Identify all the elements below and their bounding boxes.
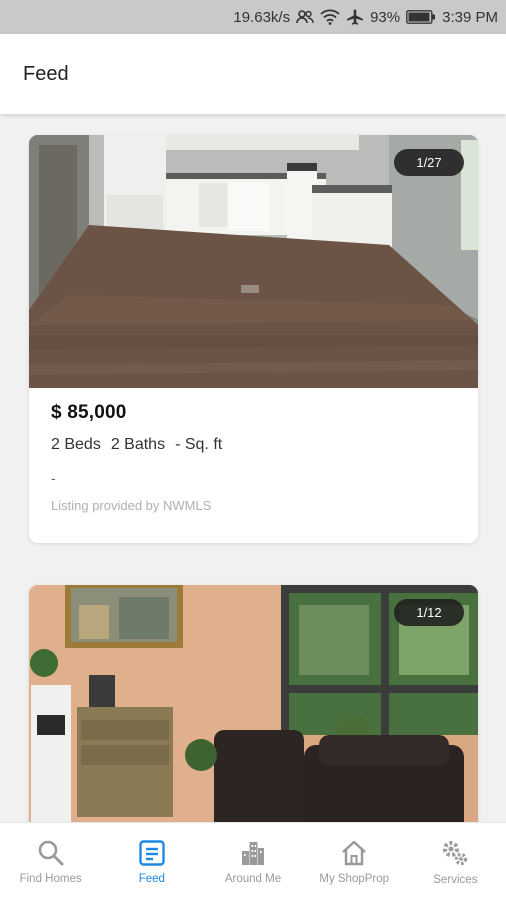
photo-counter-badge: 1/12 <box>394 599 464 626</box>
listing-beds: 2 Beds <box>51 436 101 453</box>
city-icon <box>242 841 264 865</box>
app-bar: Feed <box>0 34 506 114</box>
nav-find-homes[interactable]: Find Homes <box>0 823 101 900</box>
listing-card[interactable]: 1/12 <box>29 585 478 822</box>
feed-icon <box>139 839 165 866</box>
listing-specs: 2 Beds 2 Baths - Sq. ft <box>51 436 456 454</box>
gears-icon <box>443 840 468 865</box>
listing-address: - <box>51 470 56 486</box>
battery-percent: 93% <box>370 8 401 26</box>
nav-my-shopprop[interactable]: My ShopProp <box>304 823 405 900</box>
listing-feed[interactable]: 1/27 $ 85,000 2 Beds 2 Baths - Sq. ft - … <box>0 114 506 822</box>
home-icon <box>342 840 367 865</box>
wifi-icon <box>320 9 340 25</box>
network-speed: 19.63k/s <box>233 8 291 26</box>
listing-sqft: - Sq. ft <box>175 436 223 453</box>
listing-photo[interactable]: 1/27 <box>29 135 478 388</box>
nav-services[interactable]: Services <box>405 823 506 900</box>
listing-price: $ 85,000 <box>51 402 127 423</box>
nav-label: Find Homes <box>19 872 82 885</box>
listing-card[interactable]: 1/27 $ 85,000 2 Beds 2 Baths - Sq. ft - … <box>29 135 478 543</box>
listing-info: $ 85,000 2 Beds 2 Baths - Sq. ft - Listi… <box>29 388 478 513</box>
listing-baths: 2 Baths <box>110 436 166 453</box>
page-title: Feed <box>23 62 69 85</box>
nav-label: Around Me <box>224 872 282 885</box>
contacts-icon <box>296 10 314 24</box>
nav-label: Services <box>433 873 478 886</box>
search-icon <box>38 840 64 865</box>
listing-provider: Listing provided by NWMLS <box>51 498 212 513</box>
status-bar: 19.63k/s 93% 3:39 PM <box>0 0 506 34</box>
nav-around-me[interactable]: Around Me <box>202 823 303 900</box>
nav-label: My ShopProp <box>319 872 390 885</box>
nav-label: Feed <box>138 872 165 885</box>
bottom-navigation: Find Homes Feed Around Me My ShopProp Se… <box>0 822 506 900</box>
clock: 3:39 PM <box>442 8 498 26</box>
battery-icon <box>406 10 436 24</box>
screen: 19.63k/s 93% 3:39 PM Feed 1/27 $ 85,000 … <box>0 0 506 900</box>
nav-feed[interactable]: Feed <box>101 823 202 900</box>
listing-photo[interactable]: 1/12 <box>29 585 478 822</box>
airplane-mode-icon <box>346 9 364 25</box>
photo-counter-badge: 1/27 <box>394 149 464 176</box>
